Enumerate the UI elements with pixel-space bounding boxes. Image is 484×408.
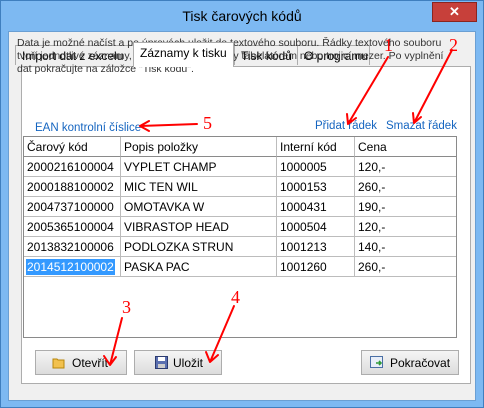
continue-button[interactable]: Pokračovat [361, 350, 459, 375]
title-bar[interactable]: Tisk čarových kódů ✕ [1, 1, 483, 31]
table-cell[interactable]: 260,- [355, 177, 456, 197]
annotation-number-5: 5 [203, 113, 212, 133]
table-cell[interactable]: 140,- [355, 237, 456, 257]
save-button-label: Uložit [173, 356, 204, 370]
delete-row-link[interactable]: Smazat řádek [386, 120, 457, 132]
annotation-number-2: 2 [449, 35, 458, 55]
table-cell[interactable]: OMOTAVKA W [121, 197, 277, 217]
table-cell[interactable]: 1001213 [277, 237, 355, 257]
table-cell[interactable]: VIBRASTOP HEAD [121, 217, 277, 237]
annotation-number-1: 1 [384, 35, 393, 55]
column-header-internal-code[interactable]: Interní kód [277, 137, 355, 157]
open-button[interactable]: Otevřít [35, 350, 127, 375]
table-cell[interactable]: 190,- [355, 197, 456, 217]
table-cell[interactable]: 120,- [355, 157, 456, 177]
table-cell[interactable]: 1000005 [277, 157, 355, 177]
continue-button-label: Pokračovat [390, 356, 451, 370]
table-cell[interactable]: 1000504 [277, 217, 355, 237]
table-cell[interactable]: 1001260 [277, 257, 355, 277]
folder-icon [52, 356, 65, 369]
save-icon [155, 356, 168, 369]
tab-records[interactable]: Záznamy k tisku [133, 42, 234, 67]
table-cell[interactable]: 260,- [355, 257, 456, 277]
continue-icon [370, 356, 383, 369]
table-cell[interactable]: PODLOZKA STRUN [121, 237, 277, 257]
table-cell[interactable]: 2005365100004 [24, 217, 121, 237]
column-header-description[interactable]: Popis položky [121, 137, 277, 157]
table-cell[interactable]: PASKA PAC [121, 257, 277, 277]
ean-checksum-link[interactable]: EAN kontrolní číslice [35, 122, 141, 134]
annotation-number-3: 3 [122, 297, 131, 317]
table-cell[interactable]: 2000216100004 [24, 157, 121, 177]
column-header-barcode[interactable]: Čarový kód [24, 137, 121, 157]
save-button[interactable]: Uložit [134, 350, 222, 375]
open-button-label: Otevřít [72, 356, 109, 370]
table-cell-selected[interactable]: 2014512100002 [24, 257, 121, 277]
app-window: Tisk čarových kódů ✕ Import dat z excelu… [0, 0, 484, 408]
table-cell[interactable]: 2013832100006 [24, 237, 121, 257]
table-cell[interactable]: MIC TEN WIL [121, 177, 277, 197]
window-title: Tisk čarových kódů [182, 8, 302, 24]
table-cell[interactable]: 1000153 [277, 177, 355, 197]
add-row-link[interactable]: Přidat řádek [315, 120, 377, 132]
table-cell[interactable]: VYPLET CHAMP [121, 157, 277, 177]
table-cell[interactable]: 1000431 [277, 197, 355, 217]
table-cell[interactable]: 2004737100000 [24, 197, 121, 217]
selected-text: 2014512100002 [26, 259, 115, 275]
table-cell[interactable]: 120,- [355, 217, 456, 237]
records-table[interactable]: Čarový kód Popis položky Interní kód Cen… [23, 136, 457, 338]
annotation-number-4: 4 [231, 287, 240, 307]
table-cell[interactable]: 2000188100002 [24, 177, 121, 197]
column-header-price[interactable]: Cena [355, 137, 456, 157]
close-button[interactable]: ✕ [432, 2, 477, 22]
